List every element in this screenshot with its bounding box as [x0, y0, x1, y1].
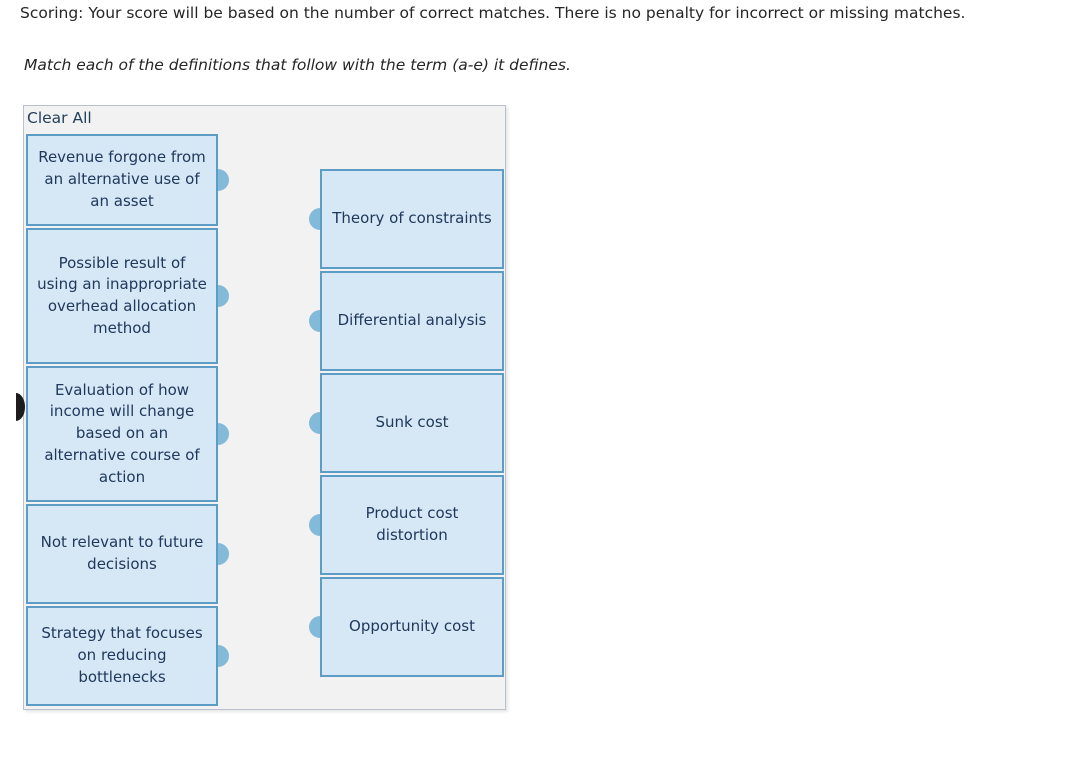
matching-panel: Clear All Revenue forgone from an altern…	[16, 105, 506, 710]
term-connector-icon-3[interactable]	[309, 514, 320, 536]
definition-box-label: Not relevant to future decisions	[40, 533, 204, 573]
cursor-artifact	[16, 393, 25, 421]
scoring-text: Scoring: Your score will be based on the…	[20, 4, 966, 22]
intro-block: Scoring: Your score will be based on the…	[20, 4, 1050, 74]
instruction-text: Match each of the definitions that follo…	[24, 56, 571, 74]
term-box-label: Sunk cost	[375, 413, 449, 432]
definition-connector-icon-1[interactable]	[218, 285, 229, 307]
definition-connector-icon-2[interactable]	[218, 423, 229, 445]
term-box-label: Product cost distortion	[365, 504, 459, 544]
term-box-0[interactable]: Theory of constraints	[309, 169, 504, 269]
definition-box-label: Possible result of using an inappropriat…	[37, 253, 207, 337]
definition-box-0[interactable]: Revenue forgone from an alternative use …	[26, 134, 229, 226]
definition-box-3[interactable]: Not relevant to future decisions	[26, 504, 229, 604]
term-box-label: Theory of constraints	[332, 209, 492, 228]
term-box-3[interactable]: Product cost distortion	[309, 475, 504, 575]
term-box-label: Opportunity cost	[349, 617, 475, 636]
definition-box-label: Revenue forgone from an alternative use …	[38, 148, 206, 210]
term-box-label: Differential analysis	[337, 311, 487, 330]
term-box-4[interactable]: Opportunity cost	[309, 577, 504, 677]
definition-connector-icon-4[interactable]	[218, 645, 229, 667]
terms-column: Theory of constraints Differential analys…	[309, 169, 504, 679]
term-box-1[interactable]: Differential analysis	[309, 271, 504, 371]
definition-connector-icon-0[interactable]	[218, 169, 229, 191]
term-connector-icon-0[interactable]	[309, 208, 320, 230]
term-box-2[interactable]: Sunk cost	[309, 373, 504, 473]
term-connector-icon-1[interactable]	[309, 310, 320, 332]
definition-box-label: Evaluation of how income will change bas…	[44, 380, 200, 486]
clear-all-link[interactable]: Clear All	[27, 109, 92, 128]
definition-box-label: Strategy that focuses on reducing bottle…	[41, 624, 203, 686]
definition-connector-icon-3[interactable]	[218, 543, 229, 565]
definition-box-1[interactable]: Possible result of using an inappropriat…	[26, 228, 229, 364]
term-connector-icon-4[interactable]	[309, 616, 320, 638]
definition-box-4[interactable]: Strategy that focuses on reducing bottle…	[26, 606, 229, 706]
definitions-column: Revenue forgone from an alternative use …	[26, 134, 229, 708]
term-connector-icon-2[interactable]	[309, 412, 320, 434]
definition-box-2[interactable]: Evaluation of how income will change bas…	[26, 366, 229, 502]
